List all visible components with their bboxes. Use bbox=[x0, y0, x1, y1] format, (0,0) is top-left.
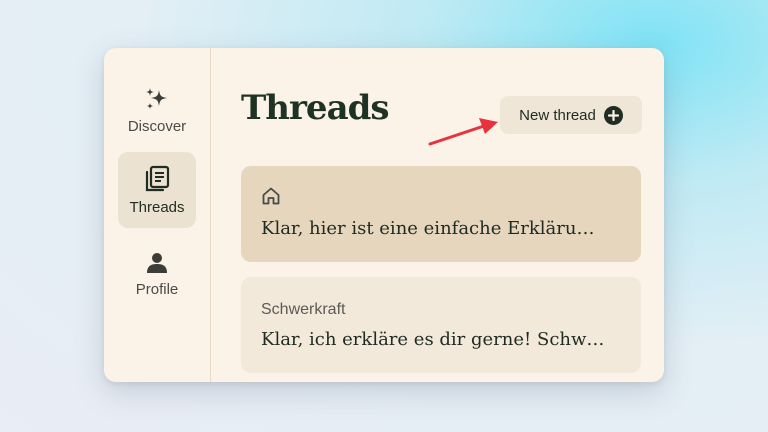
home-icon bbox=[261, 186, 281, 211]
thread-item[interactable]: Schwerkraft Klar, ich erkläre es dir ger… bbox=[241, 277, 641, 373]
sidebar-item-threads[interactable]: Threads bbox=[118, 152, 196, 228]
thread-item[interactable]: Klar, hier ist eine einfache Erkläru… bbox=[241, 166, 641, 262]
app-window: Discover Threads Profile Threads New thr… bbox=[104, 48, 664, 382]
sidebar: Discover Threads Profile bbox=[104, 48, 211, 382]
sidebar-item-profile[interactable]: Profile bbox=[118, 236, 196, 312]
sidebar-item-discover[interactable]: Discover bbox=[118, 72, 196, 148]
sidebar-item-label: Profile bbox=[135, 280, 179, 298]
thread-title: Schwerkraft bbox=[261, 301, 346, 318]
sparkle-icon bbox=[144, 86, 170, 112]
sidebar-item-label: Discover bbox=[127, 117, 187, 135]
thread-preview: Klar, ich erkläre es dir gerne! Schw… bbox=[261, 329, 605, 350]
new-thread-button[interactable]: New thread bbox=[500, 96, 642, 134]
new-thread-label: New thread bbox=[519, 106, 596, 124]
plus-circle-icon bbox=[603, 105, 623, 125]
person-icon bbox=[145, 251, 169, 275]
threads-panel: Threads New thread Klar, hier ist eine e… bbox=[211, 48, 664, 382]
thread-preview: Klar, hier ist eine einfache Erkläru… bbox=[261, 218, 595, 239]
sidebar-item-label: Threads bbox=[129, 198, 185, 216]
page-title: Threads bbox=[241, 88, 390, 128]
annotation-arrow-icon bbox=[428, 118, 498, 146]
threads-icon bbox=[143, 165, 171, 193]
